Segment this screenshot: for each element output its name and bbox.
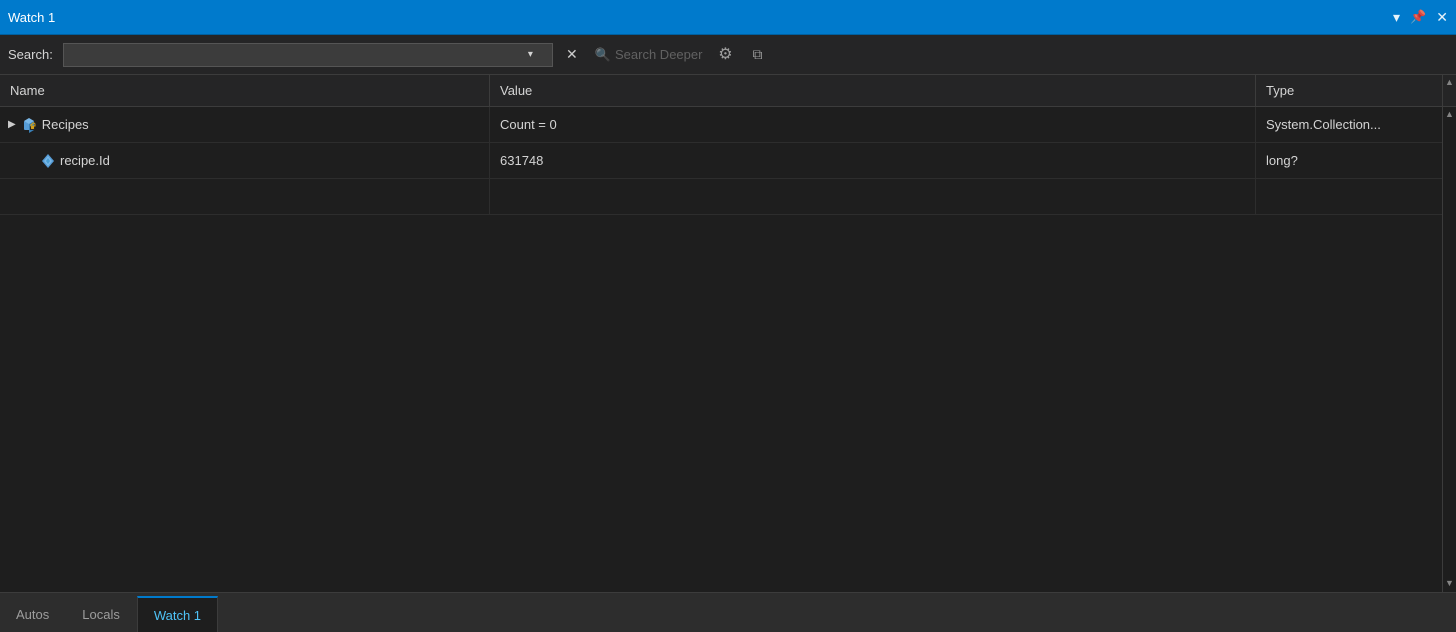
recipe-id-value: 631748 xyxy=(490,143,1256,178)
table-row[interactable]: recipe.Id 631748 long? xyxy=(0,143,1456,179)
search-deeper-button[interactable]: 🔍 Search Deeper xyxy=(591,47,707,63)
row-name-recipe-id: recipe.Id xyxy=(0,143,490,178)
empty-row-type xyxy=(1256,179,1456,214)
collapse-icon: ⧉ xyxy=(752,46,762,63)
search-label: Search: xyxy=(8,47,53,62)
close-icon[interactable]: ✕ xyxy=(1436,9,1448,26)
tab-autos[interactable]: Autos xyxy=(0,596,66,632)
empty-row[interactable] xyxy=(0,179,1456,215)
clear-button[interactable]: ✕ xyxy=(559,42,585,68)
table-row[interactable]: ▶ Recipes Count = 0 xyxy=(0,107,1456,143)
recipe-id-type: long? xyxy=(1256,143,1456,178)
recipe-id-name: recipe.Id xyxy=(60,153,110,168)
scrollbar-top-area: ▲ xyxy=(1442,75,1456,106)
column-header-type: Type xyxy=(1256,75,1456,106)
empty-row-name xyxy=(0,179,490,214)
recipes-icon xyxy=(22,117,38,133)
watch-table: Name Value Type ▲ ▶ xyxy=(0,75,1456,592)
clear-icon: ✕ xyxy=(566,46,578,63)
tab-watch1[interactable]: Watch 1 xyxy=(137,596,218,632)
table-header: Name Value Type ▲ xyxy=(0,75,1456,107)
tab-bar: Autos Locals Watch 1 xyxy=(0,592,1456,632)
column-header-name: Name xyxy=(0,75,490,106)
search-input-wrapper: ▾ xyxy=(63,43,553,67)
search-deeper-icon: 🔍 xyxy=(595,47,611,63)
window-title: Watch 1 xyxy=(8,10,55,25)
expand-arrow-recipes[interactable]: ▶ xyxy=(8,119,16,130)
recipe-id-icon xyxy=(40,153,56,169)
title-bar: Watch 1 ▾ 📌 ✕ xyxy=(0,0,1456,35)
search-deeper-label: Search Deeper xyxy=(615,47,702,62)
empty-row-value xyxy=(490,179,1256,214)
title-bar-controls: ▾ 📌 ✕ xyxy=(1393,9,1448,26)
scroll-up-arrow[interactable]: ▲ xyxy=(1443,77,1456,87)
scroll-up-btn[interactable]: ▲ xyxy=(1443,107,1456,121)
column-header-value: Value xyxy=(490,75,1256,106)
search-input[interactable] xyxy=(64,47,524,62)
search-dropdown-button[interactable]: ▾ xyxy=(524,49,537,60)
collapse-button[interactable]: ⧉ xyxy=(744,42,770,68)
pin-icon[interactable]: 📌 xyxy=(1410,9,1426,25)
recipes-name: Recipes xyxy=(42,117,89,132)
gear-button[interactable]: ⚙ xyxy=(712,42,738,68)
row-name-recipes: ▶ Recipes xyxy=(0,107,490,142)
table-body: ▶ Recipes Count = 0 xyxy=(0,107,1456,592)
gear-icon: ⚙ xyxy=(718,47,732,63)
tab-locals[interactable]: Locals xyxy=(66,596,137,632)
scrollbar-right: ▲ ▼ xyxy=(1442,107,1456,592)
scroll-down-btn[interactable]: ▼ xyxy=(1443,576,1456,590)
recipes-type: System.Collection... xyxy=(1256,107,1456,142)
recipes-value: Count = 0 xyxy=(490,107,1256,142)
toolbar: Search: ▾ ✕ 🔍 Search Deeper ⚙ ⧉ xyxy=(0,35,1456,75)
dropdown-icon[interactable]: ▾ xyxy=(1393,9,1400,26)
